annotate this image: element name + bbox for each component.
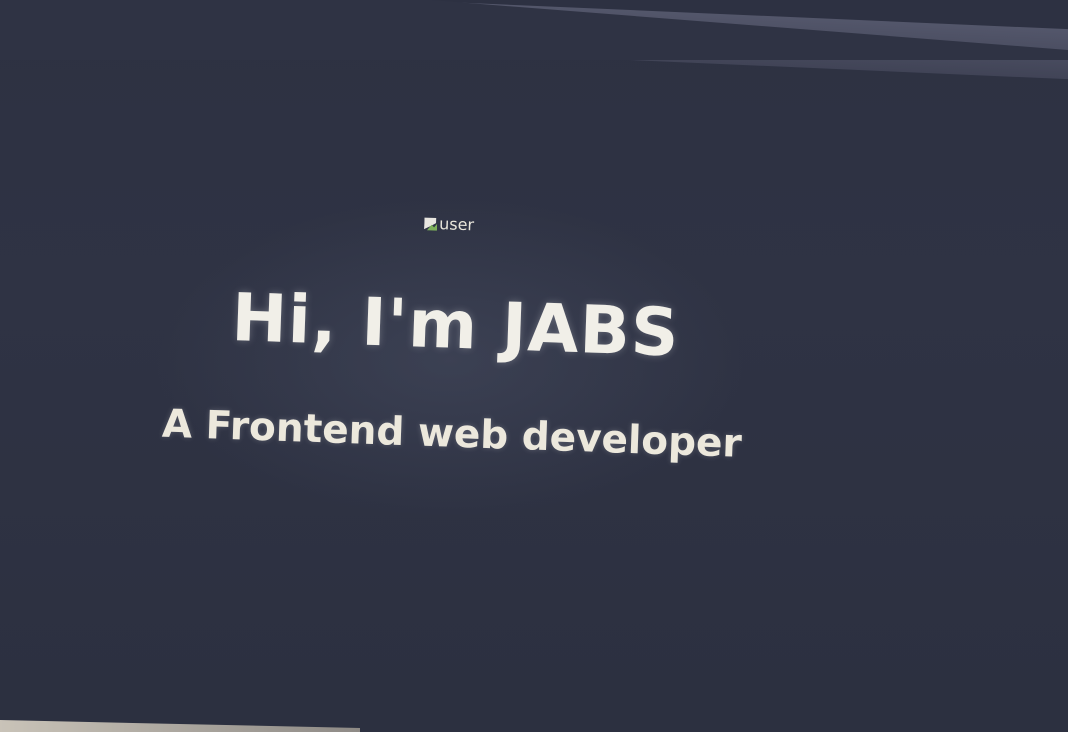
hero-title: Hi, I'm JABS (230, 279, 681, 372)
hero-subtitle: A Frontend web developer (161, 401, 743, 467)
broken-image-icon (424, 216, 438, 230)
screen: user Hi, I'm JABS A Frontend web develop… (0, 0, 1068, 732)
user-avatar: user (424, 214, 475, 235)
avatar-alt-text: user (438, 214, 475, 235)
monitor-bottom-edge (0, 720, 360, 732)
hero-section: user Hi, I'm JABS A Frontend web develop… (108, 195, 799, 549)
